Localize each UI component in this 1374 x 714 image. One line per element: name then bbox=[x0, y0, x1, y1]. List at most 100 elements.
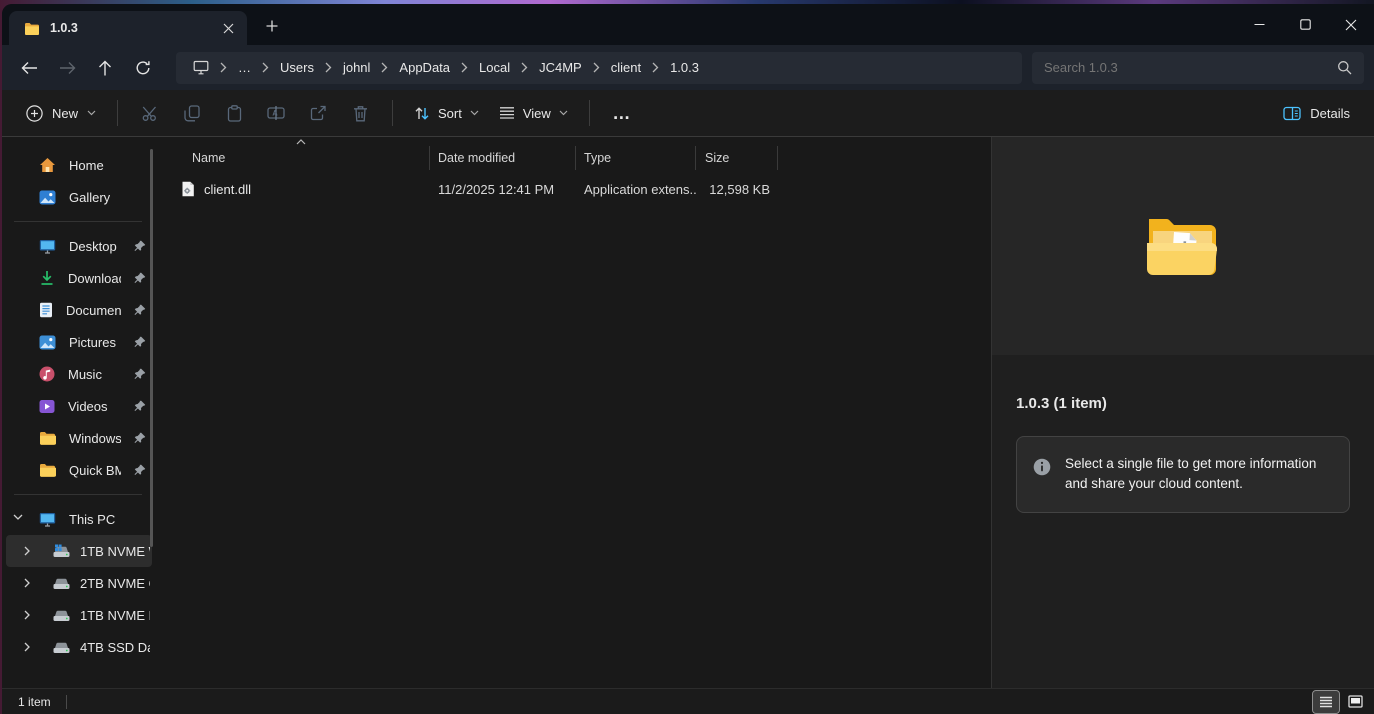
column-header-name[interactable]: Name bbox=[176, 146, 430, 170]
view-label: View bbox=[523, 106, 551, 121]
sidebar-item-quickbms-folder[interactable]: Quick BMS bbox=[2, 454, 154, 486]
tab-close-button[interactable] bbox=[215, 15, 241, 41]
column-header-date-modified[interactable]: Date modified bbox=[430, 146, 576, 170]
chevron-right-icon bbox=[218, 62, 229, 73]
sidebar-divider bbox=[14, 221, 142, 222]
folder-icon bbox=[24, 22, 40, 35]
copy-button[interactable] bbox=[171, 95, 213, 131]
sidebar-item-label: Home bbox=[69, 158, 104, 173]
sidebar-item-this-pc[interactable]: This PC bbox=[2, 503, 154, 535]
cut-button[interactable] bbox=[129, 95, 171, 131]
drive-icon bbox=[52, 640, 71, 654]
paste-button[interactable] bbox=[213, 95, 255, 131]
sort-label: Sort bbox=[438, 106, 462, 121]
sidebar-item-downloads[interactable]: Downloads bbox=[2, 262, 154, 294]
maximize-icon bbox=[1300, 19, 1311, 30]
rename-button[interactable] bbox=[255, 95, 297, 131]
search-box[interactable] bbox=[1032, 52, 1364, 84]
explorer-tab[interactable]: 1.0.3 bbox=[9, 11, 247, 45]
sidebar-scrollbar[interactable] bbox=[150, 149, 153, 547]
dll-file-icon bbox=[181, 181, 195, 197]
sidebar-item-videos[interactable]: Videos bbox=[2, 390, 154, 422]
pin-icon bbox=[134, 432, 146, 444]
breadcrumb-item[interactable]: Users bbox=[271, 55, 323, 81]
sort-ascending-icon bbox=[296, 139, 306, 145]
view-button[interactable]: View bbox=[489, 95, 578, 131]
sort-button[interactable]: Sort bbox=[404, 95, 489, 131]
up-button[interactable] bbox=[86, 51, 124, 85]
new-tab-button[interactable] bbox=[257, 11, 287, 41]
sidebar-item-documents[interactable]: Documents bbox=[2, 294, 154, 326]
folder-icon bbox=[39, 431, 56, 445]
plus-circle-icon bbox=[26, 105, 43, 122]
open-folder-icon bbox=[1140, 211, 1226, 281]
status-divider bbox=[66, 695, 67, 709]
forward-button[interactable] bbox=[48, 51, 86, 85]
sidebar-item-label: Music bbox=[68, 367, 102, 382]
file-row-client-dll[interactable]: client.dll 11/2/2025 12:41 PM Applicatio… bbox=[176, 174, 991, 204]
large-icons-view-button[interactable] bbox=[1342, 691, 1368, 713]
breadcrumb-item[interactable]: client bbox=[602, 55, 650, 81]
system-drive-icon bbox=[52, 544, 71, 558]
search-input[interactable] bbox=[1044, 60, 1337, 75]
pin-icon bbox=[134, 336, 146, 348]
info-box: Select a single file to get more informa… bbox=[1016, 436, 1350, 513]
maximize-button[interactable] bbox=[1282, 4, 1328, 45]
refresh-button[interactable] bbox=[124, 51, 162, 85]
monitor-icon bbox=[193, 60, 209, 75]
details-label: Details bbox=[1310, 106, 1350, 121]
pin-icon bbox=[134, 400, 146, 412]
breadcrumb-item-current[interactable]: 1.0.3 bbox=[661, 55, 708, 81]
drive-label: 2TB NVME Gam bbox=[80, 576, 150, 591]
folder-icon bbox=[39, 463, 56, 477]
details-pane-toggle[interactable]: Details bbox=[1273, 95, 1360, 131]
sidebar-item-drive-2[interactable]: 2TB NVME Gam bbox=[6, 567, 152, 599]
details-view-button[interactable] bbox=[1313, 691, 1339, 713]
close-button[interactable] bbox=[1328, 4, 1374, 45]
delete-button[interactable] bbox=[339, 95, 381, 131]
videos-icon bbox=[39, 399, 55, 414]
breadcrumb-overflow[interactable]: … bbox=[229, 55, 260, 81]
sidebar-item-label: Downloads bbox=[68, 271, 121, 286]
sidebar-item-drive-c[interactable]: 1TB NVME Win bbox=[6, 535, 152, 567]
breadcrumb-item[interactable]: Local bbox=[470, 55, 519, 81]
sidebar-item-home[interactable]: Home bbox=[2, 149, 154, 181]
chevron-down-icon bbox=[13, 514, 23, 521]
document-icon bbox=[39, 302, 53, 318]
more-options-button[interactable]: … bbox=[601, 95, 643, 131]
drive-label: 1TB NVME Dat bbox=[80, 608, 150, 623]
view-list-icon bbox=[499, 106, 515, 120]
sidebar-item-drive-4[interactable]: 4TB SSD Data ( bbox=[6, 631, 152, 663]
sidebar-item-desktop[interactable]: Desktop bbox=[2, 230, 154, 262]
column-headers: Name Date modified Type Size bbox=[176, 145, 991, 171]
breadcrumb-this-pc[interactable] bbox=[184, 55, 218, 81]
toolbar-separator bbox=[392, 100, 393, 126]
main-area: Home Gallery Desktop Downloads Documents bbox=[2, 137, 1374, 688]
address-bar[interactable]: … Users johnl AppData Local JC4MP client… bbox=[176, 52, 1022, 84]
plus-icon bbox=[266, 20, 278, 32]
sidebar-item-windows11-folder[interactable]: Windows_11 bbox=[2, 422, 154, 454]
back-button[interactable] bbox=[10, 51, 48, 85]
breadcrumb-item[interactable]: JC4MP bbox=[530, 55, 591, 81]
column-header-type[interactable]: Type bbox=[576, 146, 696, 170]
minimize-button[interactable] bbox=[1236, 4, 1282, 45]
new-label: New bbox=[52, 106, 78, 121]
share-button[interactable] bbox=[297, 95, 339, 131]
breadcrumb-item[interactable]: johnl bbox=[334, 55, 379, 81]
drive-label: 1TB NVME Win bbox=[80, 544, 150, 559]
new-button[interactable]: New bbox=[16, 95, 106, 131]
copy-icon bbox=[184, 105, 200, 122]
column-header-size[interactable]: Size bbox=[696, 146, 778, 170]
column-label: Type bbox=[584, 151, 611, 165]
sidebar-item-drive-3[interactable]: 1TB NVME Dat bbox=[6, 599, 152, 631]
sidebar-item-gallery[interactable]: Gallery bbox=[2, 181, 154, 213]
download-icon bbox=[39, 270, 55, 286]
chevron-right-icon bbox=[323, 62, 334, 73]
breadcrumb-item[interactable]: AppData bbox=[390, 55, 459, 81]
share-icon bbox=[310, 105, 327, 121]
sidebar-item-music[interactable]: Music bbox=[2, 358, 154, 390]
sidebar-item-pictures[interactable]: Pictures bbox=[2, 326, 154, 358]
clipboard-icon bbox=[227, 105, 242, 122]
sidebar-item-label: This PC bbox=[69, 512, 115, 527]
trash-icon bbox=[353, 105, 368, 122]
